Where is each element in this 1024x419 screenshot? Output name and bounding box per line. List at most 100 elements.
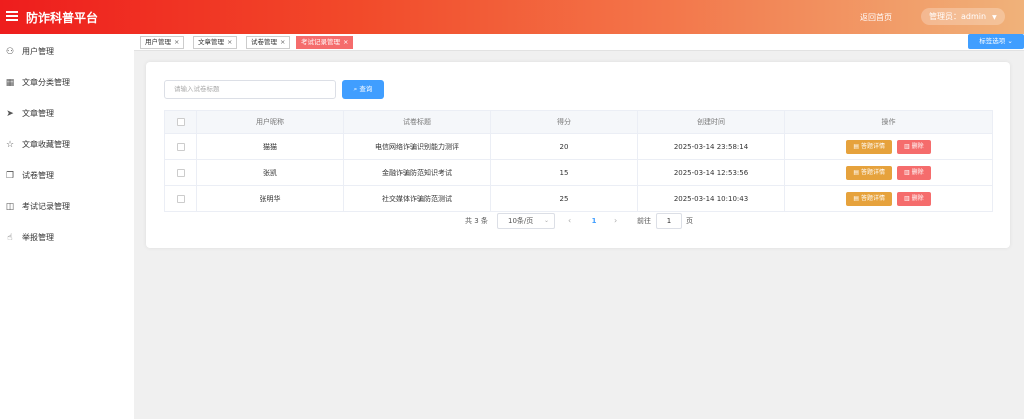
send-icon: ➤: [6, 109, 14, 119]
column-header: 操作: [785, 111, 993, 133]
close-icon[interactable]: ×: [343, 38, 348, 46]
cell-actions: ▤ 答题详情 ▥ 删除: [785, 186, 993, 211]
search-button[interactable]: ⌕ 查询: [342, 80, 384, 99]
current-page[interactable]: 1: [589, 213, 599, 229]
trash-icon: ▥: [904, 168, 910, 176]
menu-toggle-icon[interactable]: [6, 11, 18, 23]
sidebar-item-exam-records[interactable]: ◫ 考试记录管理: [0, 196, 134, 218]
tab-papers[interactable]: 试卷管理 ×: [246, 36, 291, 49]
cell-nickname: 猫猫: [197, 134, 344, 159]
cell-actions: ▤ 答题详情 ▥ 删除: [785, 134, 993, 159]
row-checkbox[interactable]: [176, 194, 185, 203]
cell-title: 电信网络诈骗识别能力测评: [344, 134, 491, 159]
tab-exam-records[interactable]: 考试记录管理 ×: [296, 36, 354, 49]
column-header: 得分: [491, 111, 638, 133]
row-checkbox[interactable]: [176, 168, 185, 177]
user-icon: ⚇: [5, 47, 15, 57]
pagination-total: 共 3 条: [465, 217, 488, 225]
table-row: 张明华 社交媒体诈骗防范测试 25 2025-03-14 10:10:43 ▤ …: [164, 186, 993, 212]
sidebar-item-papers[interactable]: ❐ 试卷管理: [0, 165, 134, 187]
answer-detail-button[interactable]: ▤ 答题详情: [846, 191, 892, 206]
cell-score: 20: [491, 134, 638, 159]
search-button-label: 查询: [359, 85, 373, 93]
sidebar-item-articles[interactable]: ➤ 文章管理: [0, 103, 134, 125]
tab-options-button[interactable]: 标签选项 ⌄: [968, 34, 1024, 49]
page-size-value: 10条/页: [508, 217, 534, 225]
sidebar-item-label: 考试记录管理: [22, 202, 70, 211]
column-header: 试卷标题: [344, 111, 491, 133]
sidebar-item-favorites[interactable]: ☆ 文章收藏管理: [0, 134, 134, 156]
delete-button-label: 删除: [911, 168, 924, 176]
goto-suffix: 页: [686, 217, 693, 225]
cell-created: 2025-03-14 12:53:56: [638, 160, 785, 185]
close-icon[interactable]: ×: [174, 38, 179, 46]
back-home-link[interactable]: 返回首页: [860, 12, 892, 23]
sidebar-item-label: 文章管理: [22, 109, 54, 118]
table-header: 用户昵称 试卷标题 得分 创建时间 操作: [164, 110, 993, 134]
table-row: 猫猫 电信网络诈骗识别能力测评 20 2025-03-14 23:58:14 ▤…: [164, 134, 993, 160]
detail-button-label: 答题详情: [860, 168, 885, 176]
prev-page-icon[interactable]: ‹: [568, 213, 571, 229]
tabs-bar: 用户管理 × 文章管理 × 试卷管理 × 考试记录管理 ×: [134, 34, 1024, 51]
admin-menu[interactable]: 管理员：admin ▼: [921, 8, 1005, 25]
delete-button-label: 删除: [911, 194, 924, 202]
cell-title: 社交媒体诈骗防范测试: [344, 186, 491, 211]
select-all-checkbox[interactable]: [176, 118, 185, 126]
cell-created: 2025-03-14 23:58:14: [638, 134, 785, 159]
cell-score: 25: [491, 186, 638, 211]
answer-detail-button[interactable]: ▤ 答题详情: [846, 165, 892, 180]
delete-button-label: 删除: [911, 142, 924, 150]
tab-label: 考试记录管理: [301, 38, 340, 46]
sidebar-item-reports[interactable]: ☝ 举报管理: [0, 227, 134, 249]
next-page-icon[interactable]: ›: [614, 213, 617, 229]
row-select-cell: [164, 186, 197, 211]
row-checkbox[interactable]: [176, 142, 185, 151]
sidebar-item-label: 用户管理: [22, 47, 54, 56]
cell-title: 金融诈骗防范知识考试: [344, 160, 491, 185]
detail-button-label: 答题详情: [860, 142, 885, 150]
hand-icon: ☝: [7, 233, 13, 243]
document-icon: ▤: [853, 194, 860, 202]
sidebar-item-label: 文章收藏管理: [22, 140, 70, 149]
tab-users[interactable]: 用户管理 ×: [140, 36, 185, 49]
copy-icon: ❐: [5, 171, 15, 181]
sidebar-item-users[interactable]: ⚇ 用户管理: [0, 41, 134, 63]
tab-options-label: 标签选项: [979, 37, 1006, 45]
goto-prefix: 前往: [637, 217, 651, 225]
close-icon[interactable]: ×: [227, 38, 232, 46]
page-size-select[interactable]: 10条/页 ⌄: [497, 213, 555, 229]
tab-label: 用户管理: [145, 38, 171, 46]
app-title: 防诈科普平台: [26, 11, 99, 25]
sidebar-item-label: 文章分类管理: [22, 78, 70, 87]
search-icon: ⌕: [353, 85, 358, 93]
close-icon[interactable]: ×: [280, 38, 285, 46]
cell-created: 2025-03-14 10:10:43: [638, 186, 785, 211]
answer-detail-button[interactable]: ▤ 答题详情: [846, 139, 892, 154]
delete-button[interactable]: ▥ 删除: [897, 165, 931, 180]
top-header: 防诈科普平台 返回首页 管理员：admin ▼: [0, 0, 1024, 34]
sidebar-item-label: 举报管理: [22, 233, 54, 242]
cell-actions: ▤ 答题详情 ▥ 删除: [785, 160, 993, 185]
star-icon: ☆: [5, 140, 15, 150]
table-row: 张凯 金融诈骗防范知识考试 15 2025-03-14 12:53:56 ▤ 答…: [164, 160, 993, 186]
chevron-down-icon: ⌄: [1007, 37, 1013, 45]
sidebar-item-label: 试卷管理: [22, 171, 54, 180]
column-header: 创建时间: [638, 111, 785, 133]
tab-articles[interactable]: 文章管理 ×: [193, 36, 238, 49]
search-input[interactable]: 请输入试卷标题: [164, 80, 336, 99]
sidebar: ⚇ 用户管理 ▦ 文章分类管理 ➤ 文章管理 ☆ 文章收藏管理 ❐ 试卷管理 ◫ 考试记录管…: [0, 34, 134, 419]
sidebar-item-article-categories[interactable]: ▦ 文章分类管理: [0, 72, 134, 94]
select-all-cell: [164, 111, 197, 133]
delete-button[interactable]: ▥ 删除: [897, 139, 931, 154]
grid-icon: ▦: [5, 78, 15, 88]
goto-page-input[interactable]: 1: [656, 213, 682, 229]
cell-nickname: 张明华: [197, 186, 344, 211]
caret-down-icon: ▼: [992, 14, 997, 21]
chevron-down-icon: ⌄: [543, 217, 549, 224]
column-header: 用户昵称: [197, 111, 344, 133]
tab-label: 试卷管理: [251, 38, 277, 46]
delete-button[interactable]: ▥ 删除: [897, 191, 931, 206]
admin-label: 管理员：admin: [929, 12, 987, 21]
trash-icon: ▥: [904, 142, 910, 150]
row-select-cell: [164, 134, 197, 159]
